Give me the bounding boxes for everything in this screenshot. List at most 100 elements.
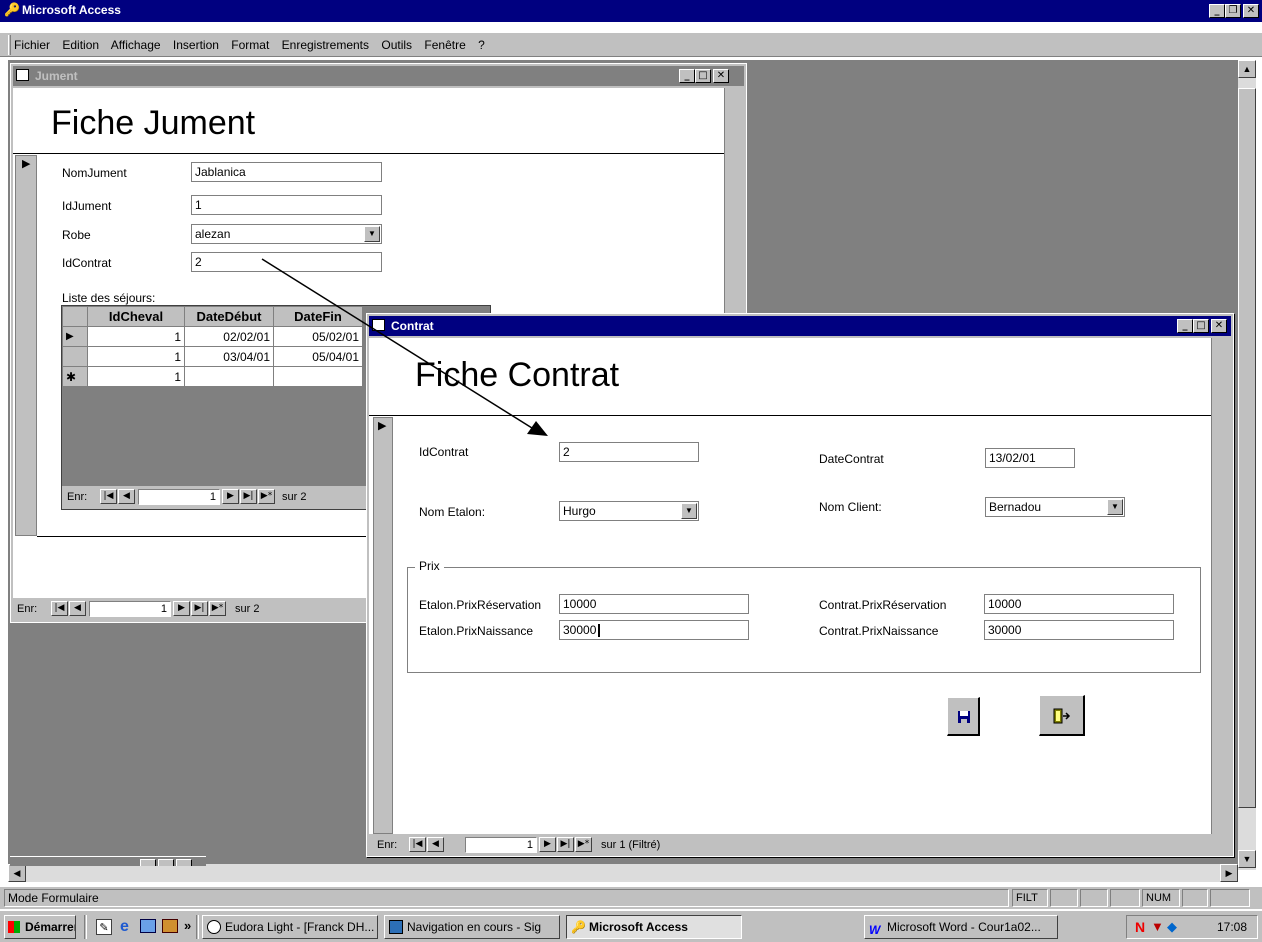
app-close-button[interactable]: ✕ xyxy=(1243,4,1259,18)
new-record-button[interactable]: ▶* xyxy=(575,837,592,852)
sub-new-record-button[interactable]: ▶* xyxy=(258,489,275,504)
menu-help[interactable]: ? xyxy=(478,38,485,52)
contrat-idcontrat-field[interactable]: 2 xyxy=(559,442,699,462)
task-eudora[interactable]: Eudora Light - [Franck DH... xyxy=(202,915,378,939)
contrat-navbar: Enr: |◀ ◀ 1 ▶ ▶| ▶* sur 1 (Filtré) xyxy=(369,834,1231,856)
norton-icon[interactable]: N xyxy=(1135,919,1145,935)
prev-record-button[interactable]: ◀ xyxy=(69,601,86,616)
new-record-button[interactable]: ▶* xyxy=(209,601,226,616)
contrat-minimize-button[interactable]: _ xyxy=(1177,319,1193,333)
record-number[interactable]: 1 xyxy=(465,837,537,853)
volume-icon[interactable]: ▼ xyxy=(1151,919,1164,934)
save-button[interactable] xyxy=(947,697,980,736)
robe-combo[interactable]: alezan xyxy=(191,224,382,244)
menu-insertion[interactable]: Insertion xyxy=(173,38,219,52)
last-record-button[interactable]: ▶| xyxy=(191,601,208,616)
task-navigation[interactable]: Navigation en cours - Sig xyxy=(384,915,560,939)
jument-maximize-button[interactable]: □ xyxy=(695,69,711,83)
contrat-vscroll[interactable] xyxy=(1211,338,1231,834)
last-record-button[interactable]: ▶| xyxy=(557,837,574,852)
contrat-close-button[interactable]: ✕ xyxy=(1211,319,1227,333)
next-record-button[interactable]: ▶ xyxy=(173,601,190,616)
menu-format[interactable]: Format xyxy=(231,38,269,52)
jument-minimize-button[interactable]: _ xyxy=(679,69,695,83)
mdi-hscrollbar[interactable]: ◀ ▶ xyxy=(8,864,1238,882)
datecontrat-field[interactable]: 13/02/01 xyxy=(985,448,1075,468)
record-selector[interactable]: ▶ xyxy=(15,155,37,536)
minimized-restore-button[interactable] xyxy=(140,859,156,866)
scroll-up-button[interactable]: ▲ xyxy=(1238,60,1256,78)
exit-button[interactable] xyxy=(1039,695,1085,736)
table-row-new[interactable]: ✱ 1 xyxy=(62,366,363,387)
contrat-titlebar[interactable]: Contrat _ □ ✕ xyxy=(369,316,1231,336)
prev-record-button[interactable]: ◀ xyxy=(427,837,444,852)
table-row[interactable]: ▶ 1 02/02/01 05/02/01 xyxy=(62,326,363,347)
app-restore-button[interactable]: ❐ xyxy=(1225,4,1241,18)
first-record-button[interactable]: |◀ xyxy=(51,601,68,616)
nom-client-combo[interactable]: Bernadou xyxy=(985,497,1125,517)
idcontrat-field[interactable]: 2 xyxy=(191,252,382,272)
menu-fenetre[interactable]: Fenêtre xyxy=(424,38,465,52)
minimized-window[interactable] xyxy=(10,856,206,866)
nom-client-dropdown-button[interactable]: ▼ xyxy=(1107,499,1123,515)
first-record-button[interactable]: |◀ xyxy=(409,837,426,852)
app-launcher-icon[interactable] xyxy=(162,919,178,933)
cell-datefin[interactable]: 05/02/01 xyxy=(273,326,363,347)
cell-datefin[interactable]: 05/04/01 xyxy=(273,346,363,367)
sub-last-record-button[interactable]: ▶| xyxy=(240,489,257,504)
menu-edition[interactable]: Edition xyxy=(62,38,99,52)
jument-titlebar[interactable]: Jument _ □ ✕ xyxy=(13,66,744,86)
col-datefin[interactable]: DateFin xyxy=(273,306,363,327)
cell-idcheval[interactable]: 1 xyxy=(87,326,185,347)
jument-close-button[interactable]: ✕ xyxy=(713,69,729,83)
pencil-icon[interactable]: ✎ xyxy=(96,919,112,935)
col-datedebut[interactable]: DateDébut xyxy=(184,306,274,327)
idjument-field[interactable]: 1 xyxy=(191,195,382,215)
record-number[interactable]: 1 xyxy=(89,601,171,617)
mdi-vscrollbar[interactable]: ▲ ▼ xyxy=(1238,60,1256,870)
nom-etalon-combo[interactable]: Hurgo xyxy=(559,501,699,521)
contrat-record-selector[interactable]: ▶ xyxy=(373,417,393,834)
menu-fichier[interactable]: Fichier xyxy=(14,38,50,52)
robe-dropdown-button[interactable]: ▼ xyxy=(364,226,380,242)
task-word[interactable]: W Microsoft Word - Cour1a02... xyxy=(864,915,1058,939)
etalon-prixnaissance-field[interactable]: 30000 xyxy=(559,620,749,640)
cell-idcheval[interactable]: 1 xyxy=(87,346,185,367)
menu-outils[interactable]: Outils xyxy=(381,38,412,52)
contrat-prixnaissance-field[interactable]: 30000 xyxy=(984,620,1174,640)
sub-next-record-button[interactable]: ▶ xyxy=(222,489,239,504)
contrat-prixreservation-field[interactable]: 10000 xyxy=(984,594,1174,614)
chevron-more-icon[interactable]: » xyxy=(184,918,191,933)
col-idcheval[interactable]: IdCheval xyxy=(87,306,185,327)
start-button[interactable]: Démarrer xyxy=(4,915,76,939)
table-row[interactable]: 1 03/04/01 05/04/01 xyxy=(62,346,363,367)
menu-enregistrements[interactable]: Enregistrements xyxy=(282,38,369,52)
row-selector[interactable] xyxy=(62,346,88,367)
scroll-left-button[interactable]: ◀ xyxy=(8,864,26,882)
sub-first-record-button[interactable]: |◀ xyxy=(100,489,117,504)
internet-explorer-icon[interactable]: e xyxy=(120,918,129,936)
nom-etalon-dropdown-button[interactable]: ▼ xyxy=(681,503,697,519)
menu-affichage[interactable]: Affichage xyxy=(111,38,161,52)
sub-prev-record-button[interactable]: ◀ xyxy=(118,489,135,504)
outlook-express-icon[interactable] xyxy=(140,919,156,933)
next-record-button[interactable]: ▶ xyxy=(539,837,556,852)
cell-idcheval[interactable]: 1 xyxy=(87,366,185,387)
scroll-down-button[interactable]: ▼ xyxy=(1238,850,1256,868)
cell-datefin[interactable] xyxy=(273,366,363,387)
network-icon[interactable]: ◆ xyxy=(1167,919,1177,935)
cell-datedebut[interactable] xyxy=(184,366,274,387)
minimized-max-button[interactable] xyxy=(158,859,174,866)
scroll-thumb[interactable] xyxy=(1238,88,1256,808)
contrat-maximize-button[interactable]: □ xyxy=(1193,319,1209,333)
minimized-close-button[interactable] xyxy=(176,859,192,866)
scroll-right-button[interactable]: ▶ xyxy=(1220,864,1238,882)
task-access[interactable]: 🔑 Microsoft Access xyxy=(566,915,742,939)
nomjument-field[interactable]: Jablanica xyxy=(191,162,382,182)
etalon-prixreservation-field[interactable]: 10000 xyxy=(559,594,749,614)
cell-datedebut[interactable]: 03/04/01 xyxy=(184,346,274,367)
sub-record-number[interactable]: 1 xyxy=(138,489,220,505)
clock[interactable]: 17:08 xyxy=(1217,920,1247,934)
app-minimize-button[interactable]: _ xyxy=(1209,4,1225,18)
cell-datedebut[interactable]: 02/02/01 xyxy=(184,326,274,347)
